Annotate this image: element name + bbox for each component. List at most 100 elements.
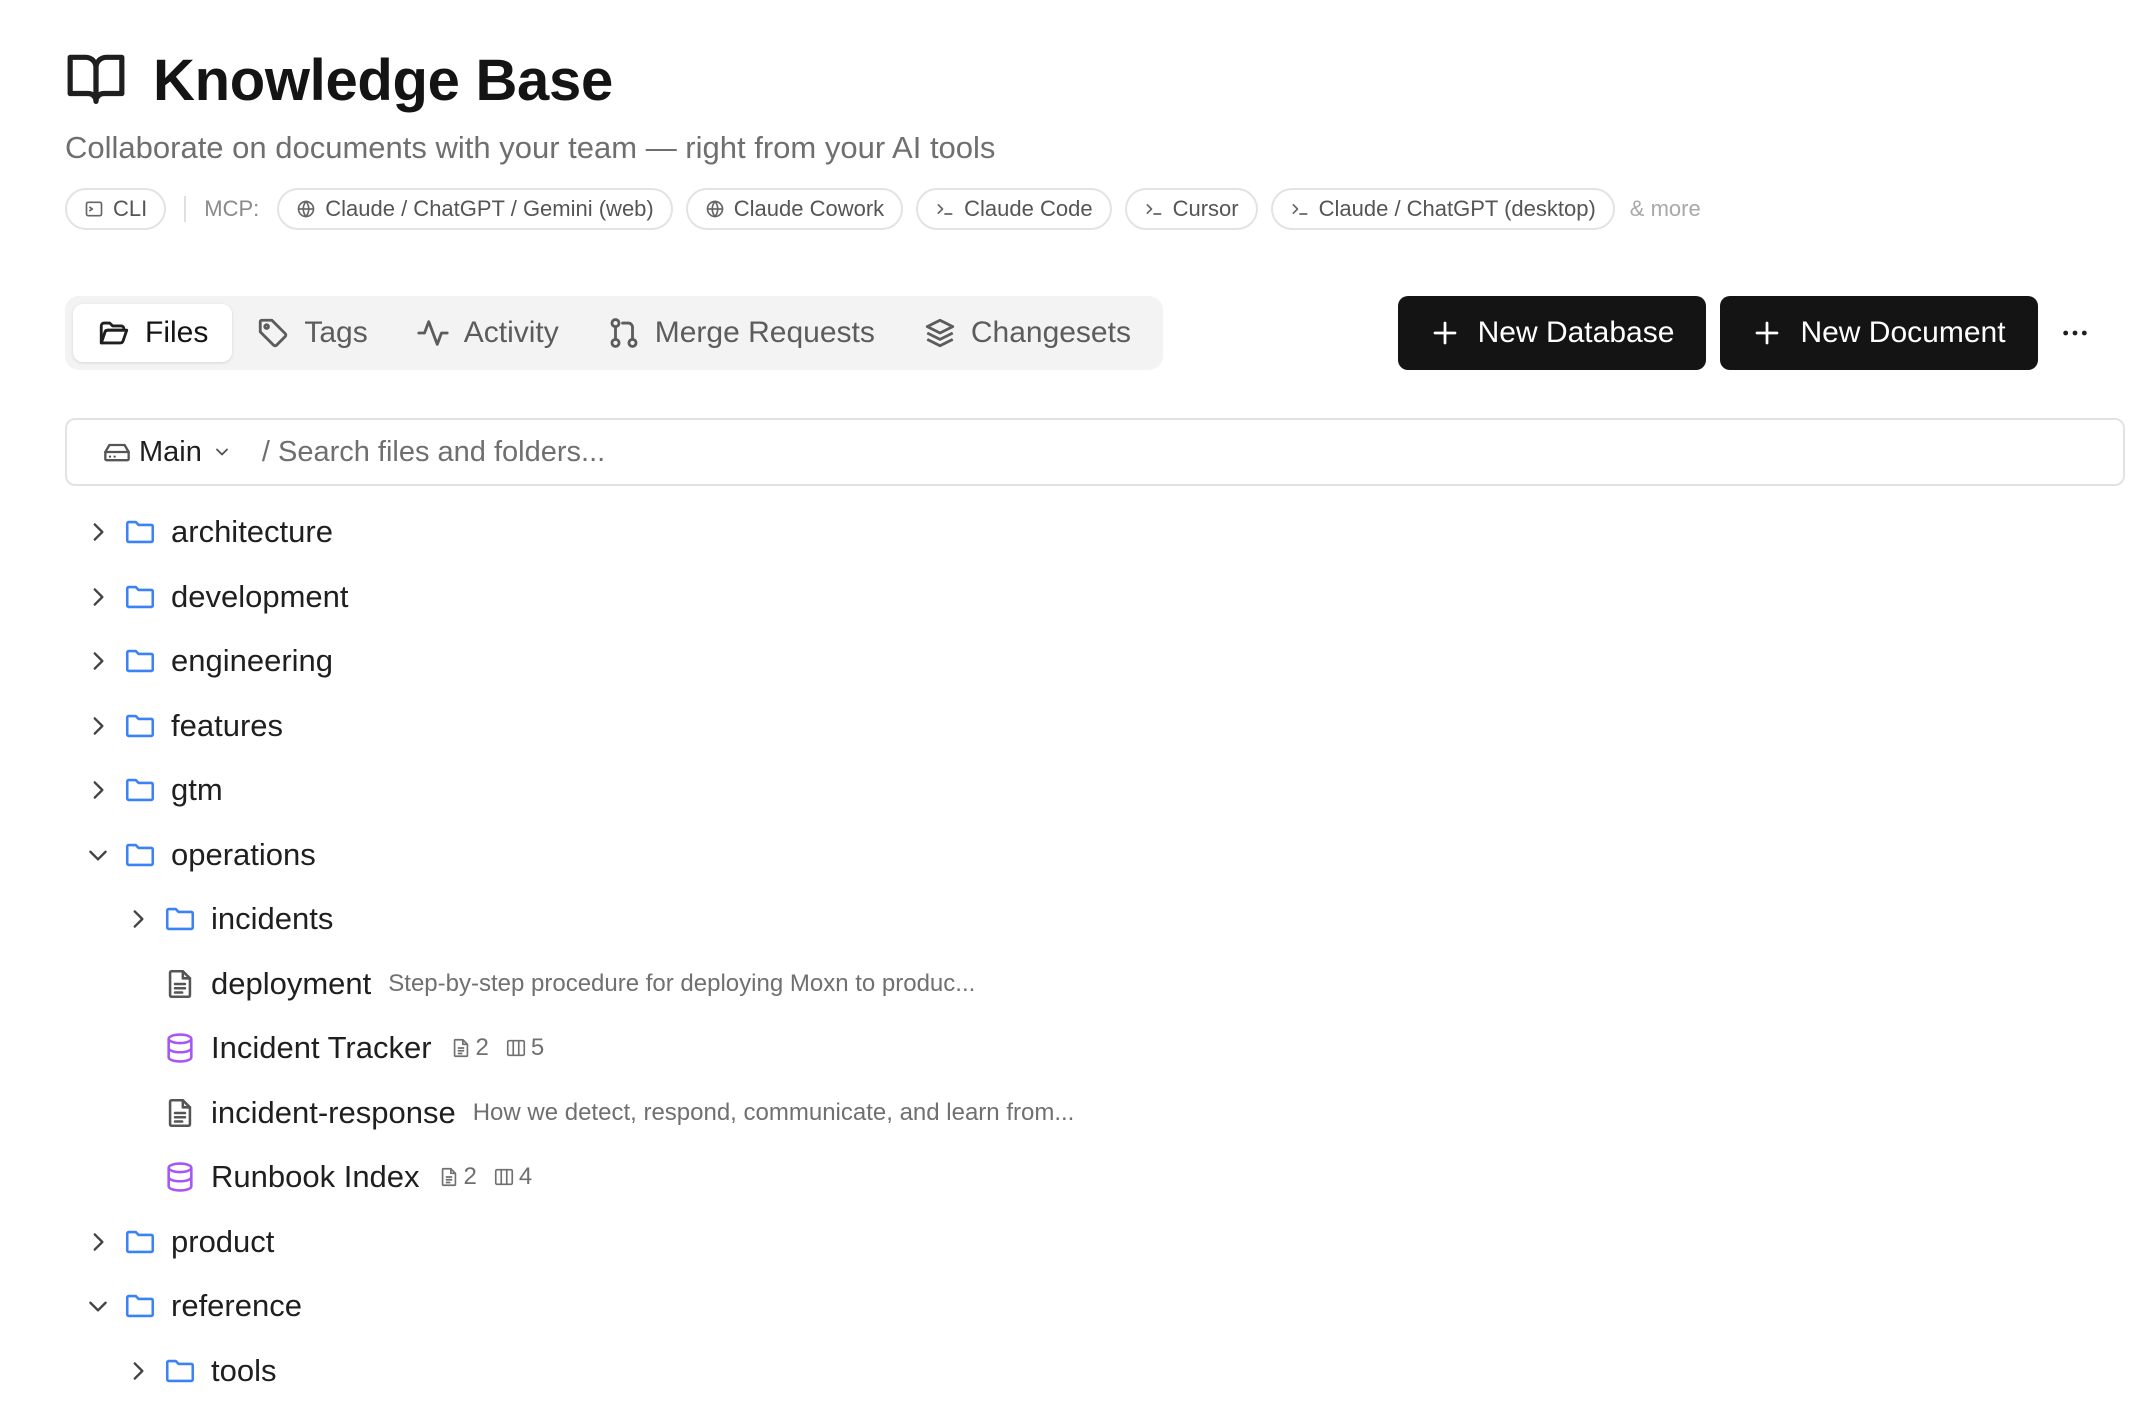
chevron-right-icon[interactable] bbox=[85, 648, 111, 674]
book-open-icon bbox=[65, 47, 127, 114]
mcp-label: MCP: bbox=[204, 196, 260, 221]
cli-chip[interactable]: CLI bbox=[65, 188, 167, 230]
database-icon bbox=[167, 1162, 193, 1192]
folder-open-icon bbox=[99, 321, 129, 345]
database-meta: 2 5 bbox=[450, 1034, 545, 1062]
view-tabs: Files Tags Activity Merge Requests Chang… bbox=[65, 296, 1163, 370]
folder-name: architecture bbox=[171, 514, 333, 550]
chevron-right-icon[interactable] bbox=[85, 584, 111, 610]
chevron-right-icon[interactable] bbox=[85, 713, 111, 739]
chevron-down-icon[interactable] bbox=[85, 1293, 111, 1319]
page-subtitle: Collaborate on documents with your team … bbox=[65, 130, 996, 165]
folder-name: gtm bbox=[171, 772, 223, 808]
tab-files[interactable]: Files bbox=[73, 304, 233, 362]
globe-icon bbox=[706, 200, 724, 218]
chevron-right-icon[interactable] bbox=[85, 777, 111, 803]
new-document-label: New Document bbox=[1800, 316, 2006, 349]
more-integrations-link[interactable]: & more bbox=[1630, 196, 1701, 222]
tab-label: Files bbox=[145, 316, 209, 349]
toolbar: Files Tags Activity Merge Requests Chang… bbox=[65, 296, 2125, 370]
folder-name: operations bbox=[171, 836, 316, 872]
tree-row-operations[interactable]: operations bbox=[65, 823, 2125, 888]
tree-row-features[interactable]: features bbox=[65, 694, 2125, 759]
database-icon bbox=[167, 1033, 193, 1063]
chip-divider bbox=[184, 196, 187, 222]
database-name: Incident Tracker bbox=[211, 1030, 432, 1066]
file-tree: architecture development engineering fea… bbox=[65, 500, 2125, 1403]
tree-row-engineering[interactable]: engineering bbox=[65, 629, 2125, 694]
chevron-right-icon[interactable] bbox=[125, 906, 151, 932]
tree-row-product[interactable]: product bbox=[65, 1210, 2125, 1275]
integration-chips: CLI MCP: Claude / ChatGPT / Gemini (web)… bbox=[65, 186, 2125, 232]
tree-row-incident-tracker[interactable]: Incident Tracker 2 5 bbox=[65, 1016, 2125, 1081]
folder-icon bbox=[125, 650, 155, 673]
chevron-right-icon[interactable] bbox=[125, 1358, 151, 1384]
layers-icon bbox=[925, 318, 955, 348]
file-text-icon bbox=[453, 1039, 468, 1058]
tab-label: Changesets bbox=[970, 316, 1131, 349]
more-options-button[interactable] bbox=[2055, 313, 2095, 353]
mcp-chip-label: Claude / ChatGPT / Gemini (web) bbox=[325, 196, 654, 221]
folder-icon bbox=[125, 1230, 155, 1253]
search-input[interactable] bbox=[261, 435, 1762, 469]
globe-icon bbox=[297, 200, 315, 218]
new-document-button[interactable]: New Document bbox=[1720, 296, 2038, 370]
cli-chip-label: CLI bbox=[113, 196, 148, 221]
tree-row-reference[interactable]: reference bbox=[65, 1274, 2125, 1339]
document-description: Step-by-step procedure for deploying Mox… bbox=[388, 969, 976, 997]
tab-merge-requests[interactable]: Merge Requests bbox=[583, 304, 899, 362]
more-horizontal-icon bbox=[2063, 330, 2087, 336]
tree-row-runbook-index[interactable]: Runbook Index 2 4 bbox=[65, 1145, 2125, 1210]
chevron-right-icon[interactable] bbox=[85, 1229, 111, 1255]
tree-row-incidents[interactable]: incidents bbox=[65, 887, 2125, 952]
chevron-right-icon[interactable] bbox=[85, 519, 111, 545]
chevron-down-icon bbox=[215, 448, 228, 456]
new-database-label: New Database bbox=[1477, 316, 1675, 349]
mcp-chip-claude-code[interactable]: Claude Code bbox=[916, 188, 1112, 230]
tree-row-gtm[interactable]: gtm bbox=[65, 758, 2125, 823]
tab-label: Tags bbox=[304, 316, 368, 349]
activity-icon bbox=[417, 320, 449, 346]
folder-icon bbox=[125, 585, 155, 608]
database-name: Runbook Index bbox=[211, 1159, 420, 1195]
branch-selector[interactable]: Main bbox=[103, 436, 232, 469]
chevron-down-icon[interactable] bbox=[85, 842, 111, 868]
tag-icon bbox=[259, 318, 288, 348]
tree-row-tools[interactable]: tools bbox=[65, 1339, 2125, 1404]
page-title: Knowledge Base bbox=[153, 47, 613, 113]
document-count: 2 bbox=[475, 1034, 489, 1062]
columns-icon bbox=[494, 1169, 513, 1186]
mcp-chip-label: Claude Code bbox=[964, 196, 1093, 221]
file-text-icon bbox=[168, 969, 192, 998]
tab-changesets[interactable]: Changesets bbox=[899, 304, 1155, 362]
terminal-icon bbox=[1146, 204, 1162, 215]
tab-label: Merge Requests bbox=[654, 316, 875, 349]
tab-label: Activity bbox=[463, 316, 559, 349]
folder-name: development bbox=[171, 578, 349, 614]
mcp-chip-web[interactable]: Claude / ChatGPT / Gemini (web) bbox=[277, 188, 673, 230]
folder-name: features bbox=[171, 707, 284, 743]
database-meta: 2 4 bbox=[438, 1163, 533, 1191]
tab-tags[interactable]: Tags bbox=[232, 304, 391, 362]
tab-activity[interactable]: Activity bbox=[392, 304, 583, 362]
column-count: 5 bbox=[530, 1034, 545, 1062]
folder-icon bbox=[165, 908, 195, 931]
folder-icon bbox=[125, 843, 155, 866]
file-text-icon bbox=[441, 1168, 456, 1187]
mcp-chip-cowork[interactable]: Claude Cowork bbox=[685, 188, 904, 230]
mcp-chip-label: Cursor bbox=[1172, 196, 1239, 221]
column-count: 4 bbox=[518, 1163, 533, 1191]
tree-row-deployment[interactable]: deployment Step-by-step procedure for de… bbox=[65, 952, 2125, 1017]
folder-name: tools bbox=[211, 1352, 277, 1388]
file-text-icon bbox=[168, 1098, 192, 1127]
tree-row-architecture[interactable]: architecture bbox=[65, 500, 2125, 565]
document-description: How we detect, respond, communicate, and… bbox=[472, 1098, 1075, 1126]
tree-row-incident-response[interactable]: incident-response How we detect, respond… bbox=[65, 1081, 2125, 1146]
new-database-button[interactable]: New Database bbox=[1398, 296, 1706, 370]
mcp-chip-desktop[interactable]: Claude / ChatGPT (desktop) bbox=[1270, 188, 1615, 230]
terminal-icon bbox=[937, 204, 953, 215]
hard-drive-icon bbox=[104, 443, 130, 462]
terminal-window-icon bbox=[85, 201, 103, 217]
mcp-chip-cursor[interactable]: Cursor bbox=[1124, 188, 1258, 230]
tree-row-development[interactable]: development bbox=[65, 565, 2125, 630]
